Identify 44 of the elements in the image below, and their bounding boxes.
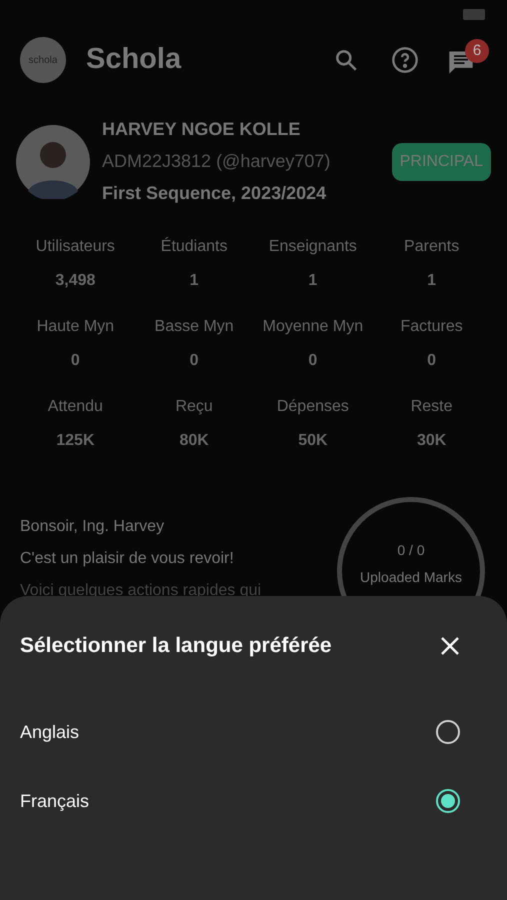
language-option[interactable]: Anglais (20, 698, 487, 766)
stat-label: Moyenne Myn (262, 317, 364, 337)
stat-value: 30K (416, 431, 446, 451)
radio-button[interactable] (436, 789, 460, 813)
stat-value: 80K (179, 431, 209, 451)
stat-label: Dépenses (276, 397, 349, 417)
battery-icon (463, 8, 487, 20)
stat-value: 0 (190, 351, 199, 371)
stat-value: 1 (190, 271, 199, 291)
stat-label: Enseignants (268, 237, 357, 257)
sheet-title: Sélectionner la langue préférée (20, 633, 332, 659)
stat-label: Utilisateurs (36, 237, 115, 257)
stat-label: Factures (400, 317, 463, 337)
stat-value: 1 (427, 271, 436, 291)
greeting-text: Bonsoir, Ing. Harvey (20, 517, 166, 537)
stat-value: 125K (56, 431, 94, 451)
radio-button[interactable] (436, 720, 460, 744)
stat-value: 3,498 (55, 271, 96, 291)
stat-label: Reçu (175, 397, 213, 417)
stat-label: Haute Myn (36, 317, 114, 337)
greeting-text: C'est un plaisir de vous revoir! (20, 549, 235, 569)
search-icon[interactable] (333, 47, 359, 73)
progress-value: 0 / 0 (397, 541, 425, 560)
stat-value: 0 (427, 351, 436, 371)
stat-label: Basse Myn (154, 317, 234, 337)
stat-value: 50K (298, 431, 328, 451)
language-option[interactable]: Français (20, 766, 487, 836)
greeting-text: Voici quelques actions rapides qui (20, 581, 262, 601)
notification-badge: 6 (465, 39, 489, 63)
user-name: HARVEY NGOE KOLLE (102, 118, 302, 141)
stat-label: Parents (404, 237, 460, 257)
stat-value: 1 (308, 271, 318, 291)
stat-value: 0 (308, 351, 318, 371)
stat-value: 0 (70, 351, 80, 371)
stat-label: Reste (410, 397, 453, 417)
role-badge: PRINCIPAL (392, 142, 491, 180)
stat-label: Étudiants (160, 236, 228, 257)
stat-label: Attendu (48, 397, 103, 417)
app-title: Schola (86, 42, 182, 78)
progress-label: Uploaded Marks (360, 568, 462, 587)
term-label: First Sequence, 2023/2024 (102, 182, 328, 205)
user-id: ADM22J3812 (@harvey707) (102, 150, 330, 173)
close-icon[interactable] (441, 636, 459, 655)
help-icon[interactable] (391, 46, 419, 74)
